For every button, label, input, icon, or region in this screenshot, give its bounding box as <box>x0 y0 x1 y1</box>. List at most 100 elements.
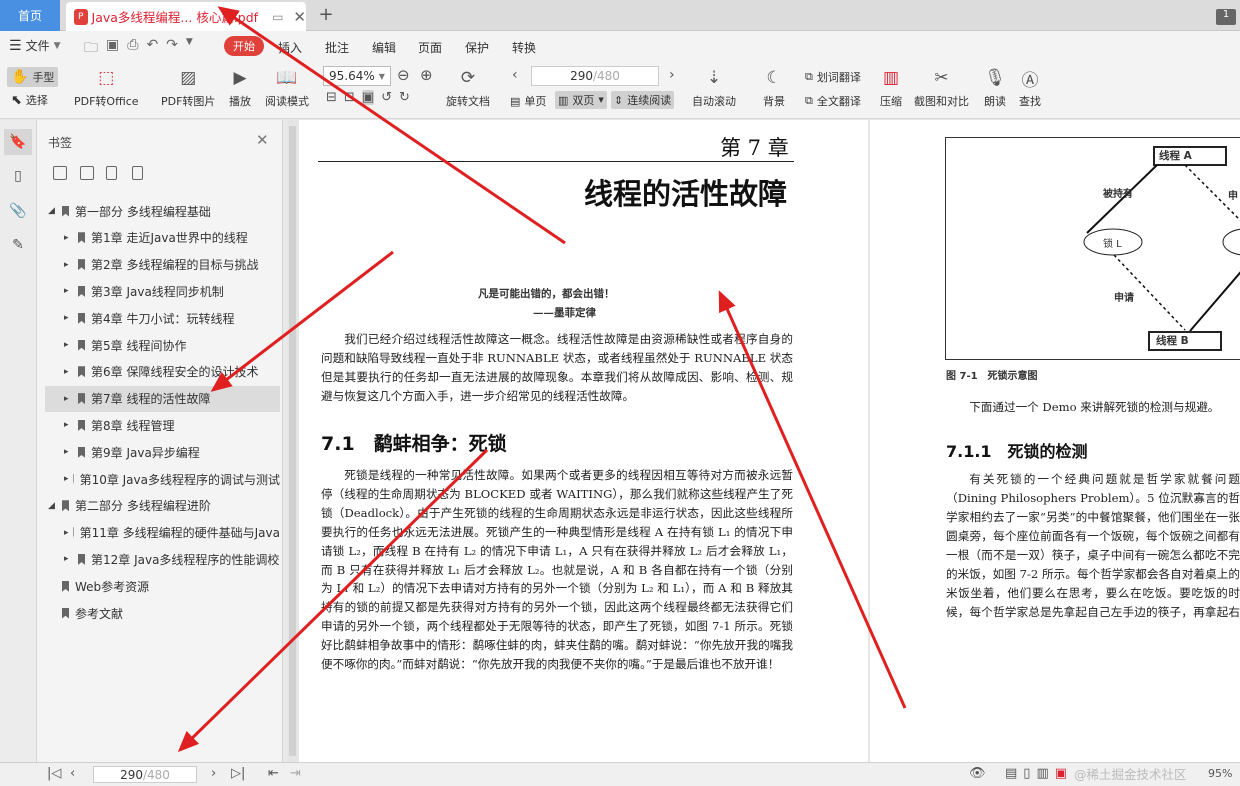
bookmark-item[interactable]: ▸ 第7章 线程的活性故障 <box>45 385 280 412</box>
play-button[interactable]: ▶ 播放 <box>228 66 252 109</box>
zoom-in-icon[interactable]: ⊕ <box>420 66 433 84</box>
caret-right-icon[interactable]: ▸ <box>64 340 74 350</box>
next-page-status-icon[interactable]: › <box>211 766 216 781</box>
continuous-read-button[interactable]: ⇕ 连续阅读 <box>611 91 675 109</box>
last-page-icon[interactable]: ▷| <box>231 766 245 781</box>
delete-bookmark-icon[interactable] <box>132 166 143 180</box>
caret-right-icon[interactable]: ▸ <box>64 313 74 323</box>
caret-down-icon[interactable]: ◢ <box>48 206 58 216</box>
menu-protect[interactable]: 保护 <box>465 39 489 56</box>
menu-insert[interactable]: 插入 <box>278 39 302 56</box>
background-button[interactable]: ☾ 背景 <box>762 66 786 109</box>
crop-compare-button[interactable]: ✂ 截图和对比 <box>914 66 969 109</box>
fit-width-icon[interactable]: ⊟ <box>326 90 337 105</box>
pdf-to-office-button[interactable]: ⬚ PDF转Office <box>74 66 139 109</box>
menu-annotate[interactable]: 批注 <box>325 39 349 56</box>
forward-icon[interactable]: ⇥ <box>290 766 301 781</box>
caret-right-icon[interactable]: ▸ <box>64 474 69 484</box>
save-icon[interactable]: ▣ <box>106 37 119 61</box>
redo-icon[interactable]: ↷ <box>166 37 178 61</box>
next-page-icon[interactable]: › <box>669 67 675 83</box>
read-mode-button[interactable]: 📖 阅读模式 <box>265 66 309 109</box>
rotate-right-icon[interactable]: ↻ <box>399 90 410 105</box>
close-panel-icon[interactable]: ✕ <box>256 131 269 149</box>
bookmark-item[interactable]: ▸ 第8章 线程管理 <box>45 412 280 438</box>
bookmark-item[interactable]: ▸ 第4章 牛刀小试：玩转线程 <box>45 305 280 331</box>
bookmark-item[interactable]: ◢ 第一部分 多线程编程基础 <box>45 198 280 224</box>
double-view-icon[interactable]: ▯ <box>1023 766 1030 781</box>
bookmark-item[interactable]: ◢ 第二部分 多线程编程进阶 <box>45 493 280 519</box>
bookmark-panel-icon[interactable]: 🔖 <box>4 129 32 155</box>
zoom-out-icon[interactable]: ⊖ <box>397 66 410 84</box>
undo-icon[interactable]: ↶ <box>146 37 158 61</box>
open-folder-icon[interactable]: 🗀 <box>84 37 98 61</box>
bookmark-item[interactable]: ▸ 第10章 Java多线程程序的调试与测试 <box>45 466 280 492</box>
compress-button[interactable]: ▥ 压缩 <box>879 66 903 109</box>
tab-document[interactable]: P Java多线程编程... 核心篇.pdf ▭ ✕ <box>66 2 306 31</box>
bookmark-item[interactable]: ▸ 第2章 多线程编程的目标与挑战 <box>45 252 280 278</box>
caret-right-icon[interactable]: ▸ <box>64 528 69 538</box>
expand-all-icon[interactable] <box>53 166 67 180</box>
read-aloud-button[interactable]: 🎙 朗读 <box>983 66 1007 109</box>
word-translate-button[interactable]: ⧉ 划词翻译 <box>805 69 861 85</box>
menu-convert[interactable]: 转换 <box>512 39 536 56</box>
play-status-icon[interactable]: ▣ <box>1055 766 1067 781</box>
collapse-all-icon[interactable] <box>80 166 94 180</box>
caret-right-icon[interactable]: ▸ <box>64 286 74 296</box>
caret-right-icon[interactable]: ▸ <box>64 554 74 564</box>
double-page-button[interactable]: ▥ 双页 ▼ <box>555 91 607 109</box>
menu-start[interactable]: 开始 <box>224 36 264 56</box>
signature-icon[interactable]: ✎ <box>8 235 28 255</box>
eye-icon[interactable]: 👁 <box>969 766 986 781</box>
bookmark-item[interactable]: ▸ 第12章 Java多线程程序的性能调校 <box>45 546 280 572</box>
select-tool-button[interactable]: ⬉ 选择 <box>11 92 48 108</box>
auto-scroll-button[interactable]: ⇣ 自动滚动 <box>692 66 736 109</box>
bookmark-item[interactable]: ▸ 第3章 Java线程同步机制 <box>45 278 280 304</box>
pin-icon[interactable]: ▭ <box>272 10 283 24</box>
bookmark-item[interactable]: ▸ 第6章 保障线程安全的设计技术 <box>45 359 280 385</box>
close-tab-icon[interactable]: ✕ <box>293 8 306 26</box>
find-button[interactable]: Ⓐ 查找 <box>1018 66 1042 109</box>
read-aloud-label: 朗读 <box>984 95 1006 108</box>
attachment-icon[interactable]: 📎 <box>8 201 28 221</box>
bookmark-item[interactable]: 参考文献 <box>45 600 280 626</box>
bookmark-item[interactable]: Web参考资源 <box>45 573 280 599</box>
caret-right-icon[interactable]: ▸ <box>64 367 74 377</box>
fit-page-icon[interactable]: ⊡ <box>344 90 355 105</box>
single-view-icon[interactable]: ▤ <box>1005 766 1017 781</box>
menu-page[interactable]: 页面 <box>418 39 442 56</box>
caret-right-icon[interactable]: ▸ <box>64 447 74 457</box>
thumbnail-icon[interactable]: ▯ <box>8 166 28 186</box>
back-icon[interactable]: ⇤ <box>268 766 279 781</box>
prev-page-icon[interactable]: ‹ <box>512 67 518 83</box>
single-page-button[interactable]: ▤ 单页 <box>510 93 546 109</box>
bookmark-item[interactable]: ▸ 第11章 多线程编程的硬件基础与Java <box>45 520 280 546</box>
customize-icon[interactable]: ▼ <box>186 37 193 61</box>
full-translate-button[interactable]: ⧉ 全文翻译 <box>805 93 861 109</box>
page-number-input[interactable]: 290/480 <box>531 66 659 86</box>
rotate-document-button[interactable]: ⟳ 旋转文档 <box>446 66 490 109</box>
print-icon[interactable]: ⎙ <box>127 37 138 61</box>
book-view-icon[interactable]: ▥ <box>1036 766 1048 781</box>
file-menu[interactable]: ☰ 文件 ▼ <box>9 37 61 54</box>
caret-right-icon[interactable]: ▸ <box>64 420 74 430</box>
caret-right-icon[interactable]: ▸ <box>64 394 74 404</box>
caret-down-icon[interactable]: ◢ <box>48 501 58 511</box>
zoom-select[interactable]: 95.64% ▼ <box>323 66 391 86</box>
bookmark-item[interactable]: ▸ 第9章 Java异步编程 <box>45 439 280 465</box>
prev-page-status-icon[interactable]: ‹ <box>70 766 75 781</box>
first-page-icon[interactable]: |◁ <box>47 766 61 781</box>
menu-edit[interactable]: 编辑 <box>372 39 396 56</box>
tab-home[interactable]: 首页 <box>0 0 60 31</box>
caret-right-icon[interactable]: ▸ <box>64 260 74 270</box>
pdf-to-image-button[interactable]: ▨ PDF转图片 <box>161 66 215 109</box>
caret-right-icon[interactable]: ▸ <box>64 233 74 243</box>
add-bookmark-icon[interactable] <box>106 166 117 180</box>
status-page-input[interactable]: 290/480 <box>93 766 197 783</box>
rotate-left-icon[interactable]: ↺ <box>381 90 392 105</box>
bookmark-item[interactable]: ▸ 第5章 线程间协作 <box>45 332 280 358</box>
hand-tool-button[interactable]: ✋ 手型 <box>7 67 59 87</box>
bookmark-item[interactable]: ▸ 第1章 走近Java世界中的线程 <box>45 225 280 251</box>
actual-size-icon[interactable]: ▣ <box>361 90 375 105</box>
new-tab-button[interactable]: + <box>316 4 336 26</box>
